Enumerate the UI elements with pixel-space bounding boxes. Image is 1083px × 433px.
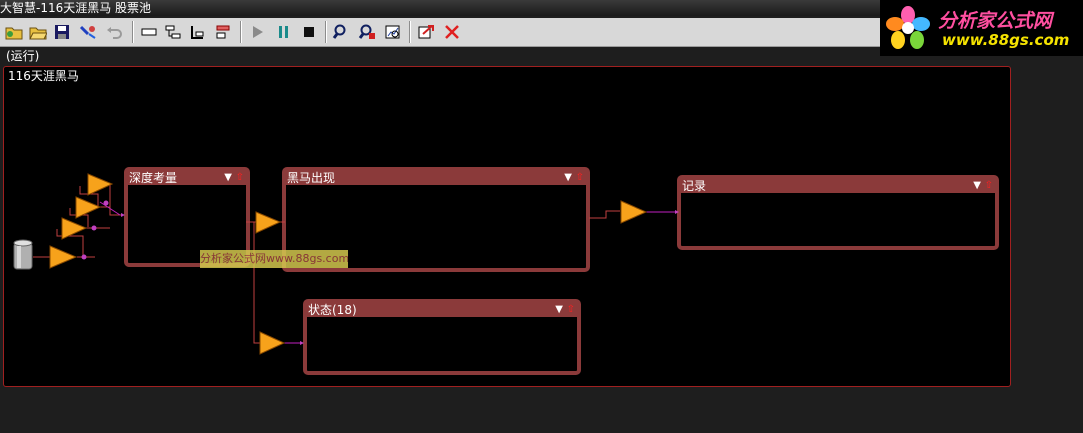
database-icon [13, 239, 33, 270]
flow-connectors [13, 173, 679, 355]
filter-triangle-icon [49, 173, 648, 355]
watermark-banner: 分析家公式网www.88gs.com [200, 250, 348, 268]
